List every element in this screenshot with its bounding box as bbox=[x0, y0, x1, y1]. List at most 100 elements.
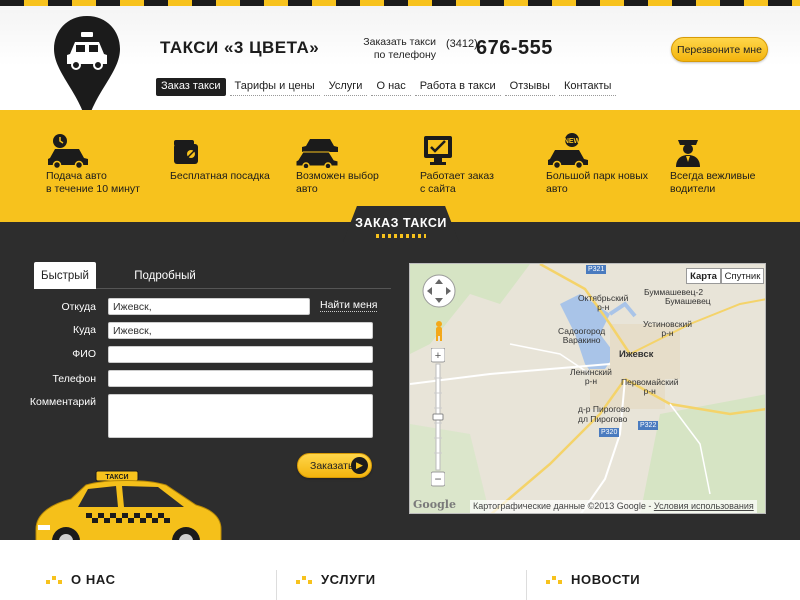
feature-text: Бесплатная посадка bbox=[170, 170, 270, 182]
driver-icon bbox=[676, 140, 700, 167]
main-nav: Заказ такси Тарифы и цены Услуги О нас Р… bbox=[156, 78, 620, 96]
phone-field[interactable] bbox=[108, 370, 373, 387]
svg-text:NEW: NEW bbox=[564, 138, 581, 145]
map-label-text: Варакино bbox=[562, 335, 601, 345]
find-me-link[interactable]: Найти меня bbox=[320, 299, 378, 312]
phone-label: Телефон bbox=[52, 373, 96, 385]
submit-order-button[interactable]: Заказать ▶ bbox=[297, 453, 372, 478]
map-label: Садоогород Варакино bbox=[558, 327, 605, 345]
feature-web-order: Работает заказ с сайта bbox=[420, 132, 540, 196]
wallet-icon bbox=[174, 140, 198, 164]
map-label-text: р-н bbox=[643, 386, 656, 396]
computer-check-icon bbox=[424, 136, 452, 165]
feature-fast-pickup: Подача авто в течение 10 минут bbox=[46, 132, 166, 196]
tab-quick[interactable]: Быстрый bbox=[34, 262, 96, 289]
footer bbox=[0, 540, 800, 600]
nav-item-contacts[interactable]: Контакты bbox=[558, 78, 617, 96]
from-field[interactable]: Ижевск, bbox=[108, 298, 310, 315]
map-copyright-text: Картографические данные ©2013 Google - bbox=[473, 501, 654, 511]
brand-title: ТАКСИ «3 ЦВЕТА» bbox=[160, 38, 320, 57]
name-label: ФИО bbox=[72, 348, 96, 360]
feature-text: авто bbox=[296, 183, 318, 195]
footer-section-about: О НАС bbox=[46, 572, 116, 587]
feature-text: Всегда вежливые bbox=[670, 170, 756, 182]
feature-polite-drivers: Всегда вежливые водители bbox=[670, 132, 790, 196]
comment-label: Комментарий bbox=[29, 396, 96, 408]
svg-text:−: − bbox=[434, 472, 441, 486]
map-widget[interactable]: Карта Спутник + − Буммашевец-2 Бумашевец… bbox=[409, 263, 766, 514]
road-badge: Р321 bbox=[586, 265, 607, 274]
feature-text: Подача авто bbox=[46, 170, 107, 182]
map-copyright: Картографические данные ©2013 Google - У… bbox=[470, 500, 757, 513]
nav-item-about[interactable]: О нас bbox=[371, 78, 411, 96]
map-label: Бумашевец bbox=[665, 296, 711, 306]
map-label-text: р-н bbox=[661, 328, 674, 338]
from-label: Откуда bbox=[61, 301, 96, 313]
order-title: ЗАКАЗ ТАКСИ bbox=[355, 216, 447, 230]
comment-field[interactable] bbox=[108, 394, 373, 438]
phone-caption-line1: Заказать такси bbox=[363, 36, 436, 48]
footer-section-news: НОВОСТИ bbox=[546, 572, 640, 587]
street-view-pegman-icon[interactable] bbox=[432, 320, 446, 342]
tab-detailed[interactable]: Подробный bbox=[130, 262, 200, 289]
order-title-underline bbox=[376, 234, 426, 238]
nav-item-reviews[interactable]: Отзывы bbox=[504, 78, 555, 96]
phone-number: 676-555 bbox=[476, 37, 553, 59]
feature-text: в течение 10 минут bbox=[46, 183, 140, 195]
road-badge: Р322 bbox=[638, 421, 659, 430]
map-zoom-slider[interactable]: + − bbox=[431, 348, 445, 488]
footer-divider bbox=[526, 570, 527, 600]
submit-order-label: Заказать bbox=[310, 459, 354, 472]
footer-divider bbox=[276, 570, 277, 600]
nav-item-services[interactable]: Услуги bbox=[323, 78, 368, 96]
name-field[interactable] bbox=[108, 346, 373, 363]
phone-code: (3412) bbox=[446, 38, 478, 50]
phone-caption: Заказать такси по телефону bbox=[360, 36, 436, 62]
footer-title-about[interactable]: О НАС bbox=[71, 572, 116, 587]
to-field[interactable]: Ижевск, bbox=[108, 322, 373, 339]
feature-text: с сайта bbox=[420, 183, 456, 195]
map-label: Ленинский р-н bbox=[570, 368, 612, 386]
map-label-text: р-н bbox=[597, 302, 610, 312]
svg-text:+: + bbox=[435, 350, 441, 362]
map-label: Октябрьский р-н bbox=[578, 294, 628, 312]
nav-item-jobs[interactable]: Работа в такси bbox=[414, 78, 501, 96]
feature-text: Большой парк новых bbox=[546, 170, 649, 182]
map-label: дл Пирогово bbox=[578, 414, 628, 424]
map-label: д-р Пирогово bbox=[578, 404, 630, 414]
map-terms-link[interactable]: Условия использования bbox=[654, 501, 754, 511]
arrow-right-icon: ▶ bbox=[351, 457, 368, 474]
two-cars-icon bbox=[296, 139, 339, 168]
callback-button[interactable]: Перезвоните мне bbox=[671, 37, 768, 62]
svg-text:ТАКСИ: ТАКСИ bbox=[105, 474, 128, 481]
feature-text: Возможен выбор bbox=[296, 170, 379, 182]
feature-car-choice: Возможен выбор авто bbox=[296, 132, 416, 196]
taxi-clock-icon bbox=[48, 134, 88, 168]
map-type-map[interactable]: Карта bbox=[686, 268, 721, 284]
road-badge: Р320 bbox=[599, 428, 620, 437]
feature-new-fleet: NEW Большой парк новых авто bbox=[546, 132, 666, 196]
map-city-label: Ижевск bbox=[619, 349, 654, 360]
footer-section-services: УСЛУГИ bbox=[296, 572, 376, 587]
feature-free-boarding: Бесплатная посадка bbox=[170, 132, 290, 183]
map-label: Устиновский р-н bbox=[643, 320, 692, 338]
to-label: Куда bbox=[73, 324, 96, 336]
map-type-satellite[interactable]: Спутник bbox=[721, 268, 764, 284]
footer-title-services[interactable]: УСЛУГИ bbox=[321, 572, 376, 587]
footer-title-news[interactable]: НОВОСТИ bbox=[571, 572, 640, 587]
cars-fleet-icon: NEW bbox=[548, 133, 588, 168]
dots-icon bbox=[296, 575, 314, 584]
nav-item-order[interactable]: Заказ такси bbox=[156, 78, 226, 96]
order-tabs: Быстрый Подробный bbox=[34, 262, 391, 289]
google-logo: Google bbox=[413, 498, 456, 511]
feature-text: водители bbox=[670, 183, 716, 195]
dots-icon bbox=[546, 575, 564, 584]
map-pan-control-icon[interactable] bbox=[422, 274, 456, 308]
map-label: Первомайский р-н bbox=[621, 378, 679, 396]
dots-icon bbox=[46, 575, 64, 584]
feature-text: Работает заказ bbox=[420, 170, 494, 182]
phone-caption-line2: по телефону bbox=[373, 49, 436, 61]
nav-item-tariffs[interactable]: Тарифы и цены bbox=[229, 78, 320, 96]
map-label-text: р-н bbox=[584, 376, 598, 386]
feature-text: авто bbox=[546, 183, 568, 195]
